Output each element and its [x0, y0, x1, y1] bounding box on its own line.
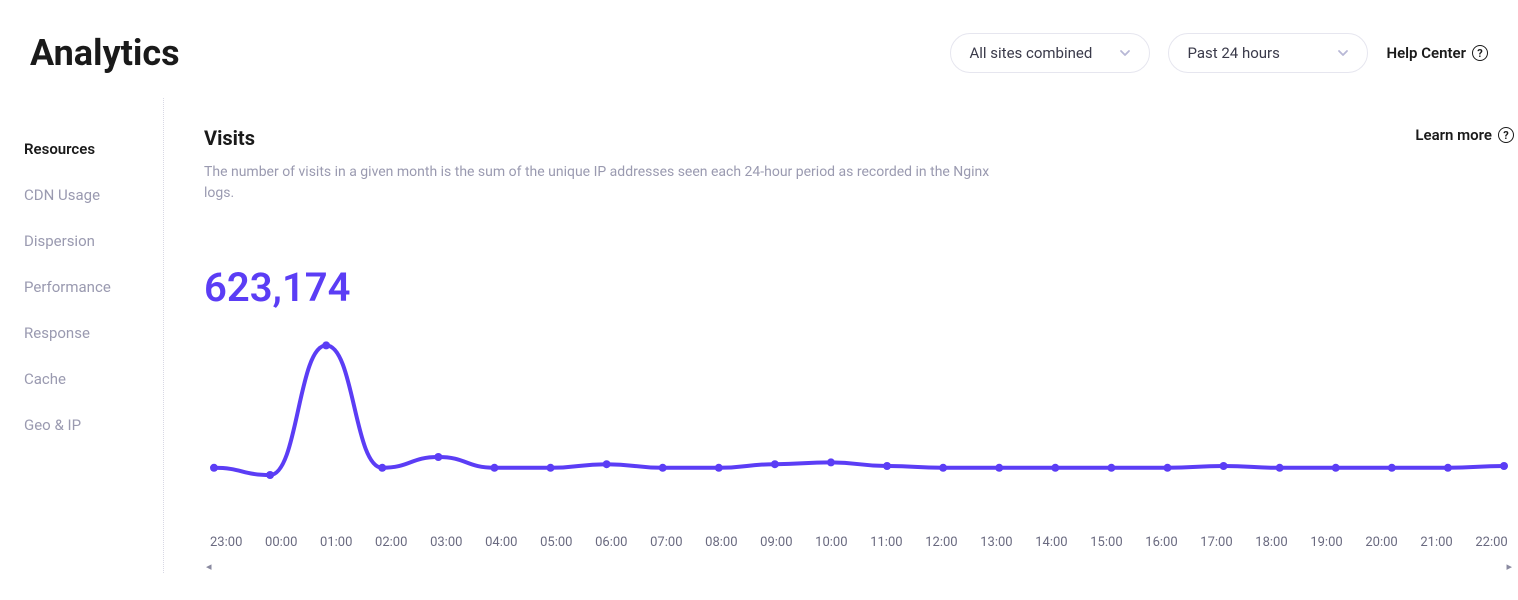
x-tick-label: 11:00: [870, 535, 902, 550]
main-panel: Visits The number of visits in a given m…: [164, 98, 1518, 573]
sidebar-item-cache[interactable]: Cache: [24, 356, 163, 402]
header-controls: All sites combined Past 24 hours Help Ce…: [950, 33, 1488, 73]
chart-point[interactable]: [322, 341, 330, 349]
x-tick-label: 07:00: [650, 535, 682, 550]
x-tick-label: 15:00: [1090, 535, 1122, 550]
chart-point[interactable]: [603, 460, 611, 468]
chart-point[interactable]: [266, 471, 274, 479]
x-tick-label: 09:00: [760, 535, 792, 550]
scroll-right-icon[interactable]: ▸: [1506, 560, 1512, 573]
x-tick-label: 00:00: [265, 535, 297, 550]
chevron-down-icon: [1337, 47, 1349, 59]
sidebar-item-resources[interactable]: Resources: [24, 126, 163, 172]
chart-point[interactable]: [827, 458, 835, 466]
sidebar-item-performance[interactable]: Performance: [24, 264, 163, 310]
chart-point[interactable]: [378, 464, 386, 472]
x-tick-label: 06:00: [595, 535, 627, 550]
site-dropdown-label: All sites combined: [969, 44, 1092, 62]
section-title: Visits: [204, 126, 1004, 150]
scroll-indicators: ◂ ▸: [204, 560, 1514, 573]
sidebar-item-dispersion[interactable]: Dispersion: [24, 218, 163, 264]
x-tick-label: 12:00: [925, 535, 957, 550]
x-tick-label: 01:00: [320, 535, 352, 550]
chart-point[interactable]: [771, 460, 779, 468]
x-tick-label: 22:00: [1475, 535, 1507, 550]
help-center-label: Help Center: [1386, 44, 1466, 62]
x-tick-label: 10:00: [815, 535, 847, 550]
sidebar-item-geo-ip[interactable]: Geo & IP: [24, 402, 163, 448]
chart-point[interactable]: [210, 464, 218, 472]
x-tick-label: 03:00: [430, 535, 462, 550]
range-dropdown-label: Past 24 hours: [1187, 44, 1279, 62]
sidebar-item-label: Response: [24, 324, 90, 342]
question-icon: ?: [1472, 45, 1488, 61]
chart-point[interactable]: [547, 464, 555, 472]
x-tick-label: 13:00: [980, 535, 1012, 550]
chart-point[interactable]: [1276, 464, 1284, 472]
sidebar-item-label: Geo & IP: [24, 416, 81, 434]
site-dropdown[interactable]: All sites combined: [950, 33, 1150, 73]
section-description: The number of visits in a given month is…: [204, 162, 1004, 204]
chart-point[interactable]: [1444, 464, 1452, 472]
chart-point[interactable]: [434, 453, 442, 461]
x-tick-label: 23:00: [210, 535, 242, 550]
sidebar-item-response[interactable]: Response: [24, 310, 163, 356]
chart-point[interactable]: [939, 464, 947, 472]
learn-more-label: Learn more: [1415, 126, 1492, 144]
chevron-down-icon: [1119, 47, 1131, 59]
question-icon: ?: [1498, 127, 1514, 143]
visits-total: 623,174: [204, 264, 1514, 311]
x-tick-label: 18:00: [1255, 535, 1287, 550]
sidebar-item-label: Cache: [24, 370, 66, 388]
chart-point[interactable]: [1163, 464, 1171, 472]
learn-more-link[interactable]: Learn more ?: [1415, 126, 1514, 144]
chart-point[interactable]: [715, 464, 723, 472]
x-tick-label: 08:00: [705, 535, 737, 550]
page-title: Analytics: [30, 32, 180, 74]
chart-point[interactable]: [883, 462, 891, 470]
chart-point[interactable]: [1500, 462, 1508, 470]
x-tick-label: 02:00: [375, 535, 407, 550]
sidebar-item-label: Dispersion: [24, 232, 95, 250]
x-tick-label: 16:00: [1145, 535, 1177, 550]
help-center-link[interactable]: Help Center ?: [1386, 44, 1488, 62]
scroll-left-icon[interactable]: ◂: [206, 560, 212, 573]
chart-line: [214, 345, 1504, 475]
x-tick-label: 21:00: [1420, 535, 1452, 550]
chart-point[interactable]: [659, 464, 667, 472]
x-tick-label: 19:00: [1310, 535, 1342, 550]
chart-point[interactable]: [1388, 464, 1396, 472]
chart-point[interactable]: [1051, 464, 1059, 472]
x-tick-label: 05:00: [540, 535, 572, 550]
x-tick-label: 04:00: [485, 535, 517, 550]
chart-point[interactable]: [490, 464, 498, 472]
x-tick-label: 14:00: [1035, 535, 1067, 550]
sidebar-item-cdn-usage[interactable]: CDN Usage: [24, 172, 163, 218]
x-tick-label: 20:00: [1365, 535, 1397, 550]
sidebar-item-label: Resources: [24, 140, 95, 158]
sidebar-item-label: Performance: [24, 278, 111, 296]
chart-point[interactable]: [1332, 464, 1340, 472]
x-tick-label: 17:00: [1200, 535, 1232, 550]
chart-point[interactable]: [1107, 464, 1115, 472]
range-dropdown[interactable]: Past 24 hours: [1168, 33, 1368, 73]
visits-chart: 23:00 00:00 01:00 02:00 03:00 04:00 05:00 06:00…: [204, 321, 1514, 573]
chart-point[interactable]: [995, 464, 1003, 472]
chart-point[interactable]: [1220, 462, 1228, 470]
sidebar-item-label: CDN Usage: [24, 186, 100, 204]
sidebar: Resources CDN Usage Dispersion Performance R…: [24, 98, 164, 573]
